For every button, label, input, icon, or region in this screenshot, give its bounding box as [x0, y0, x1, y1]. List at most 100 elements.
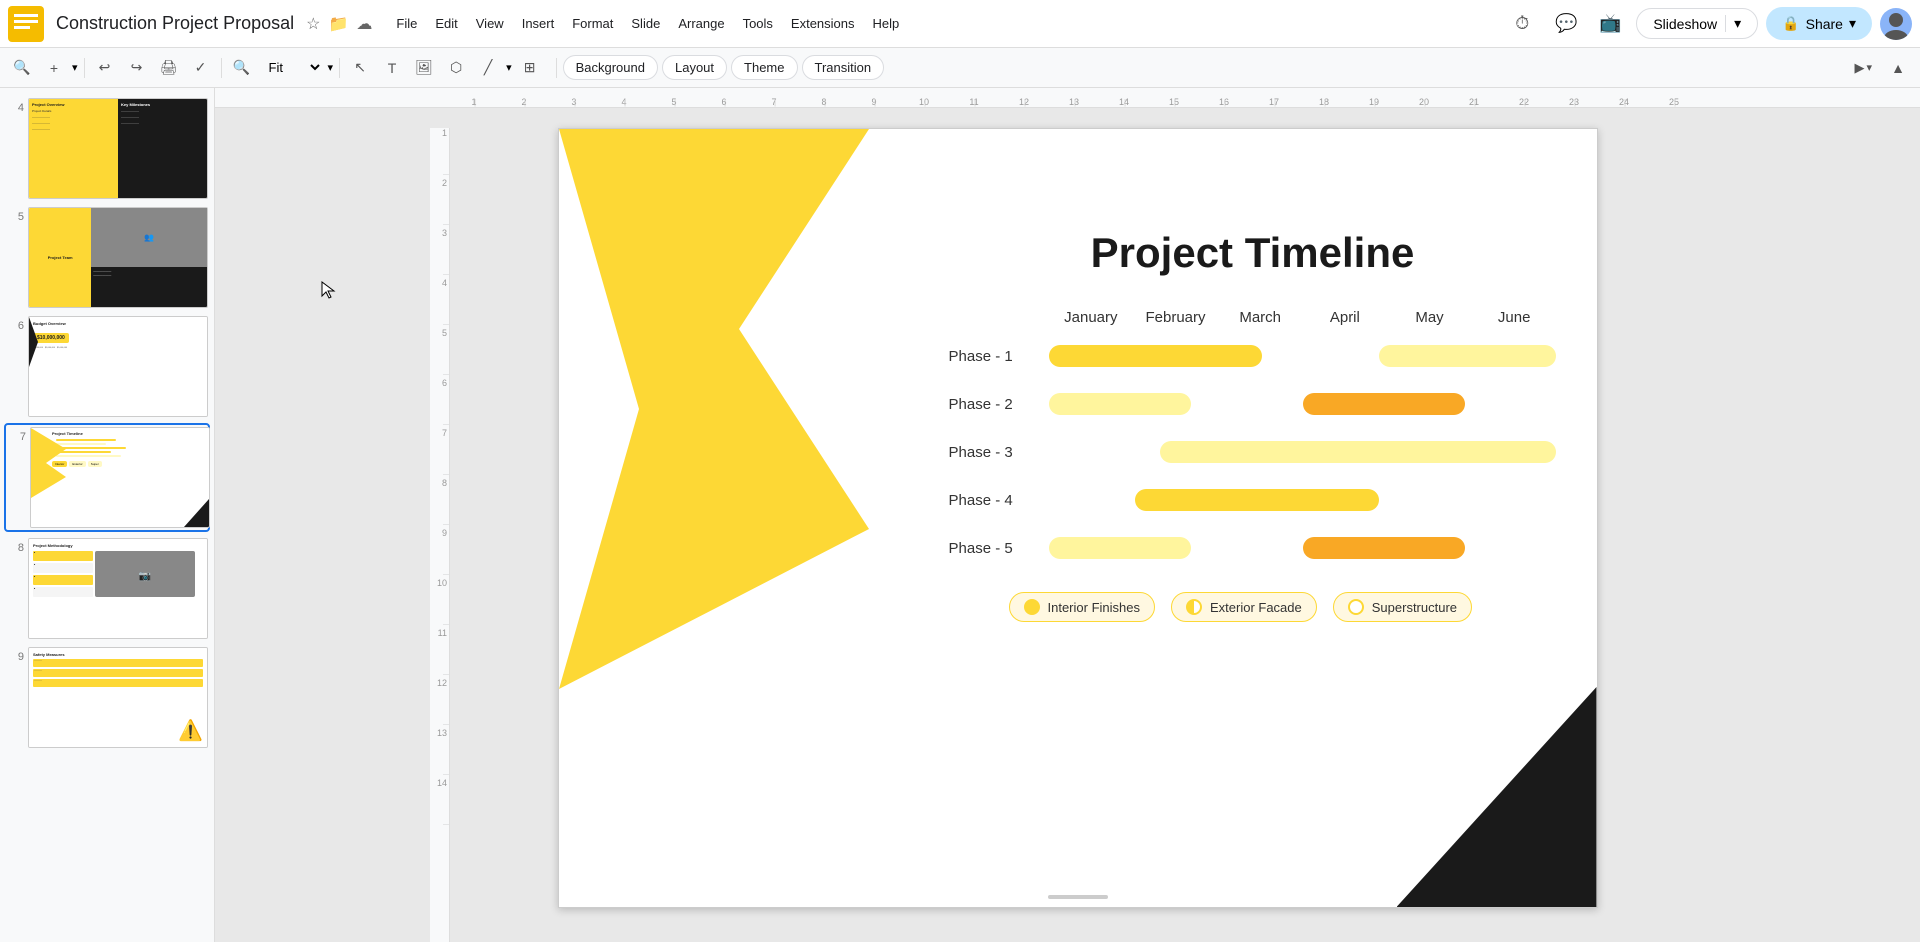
ruler-19: 19	[1349, 97, 1399, 107]
month-april: April	[1303, 309, 1388, 326]
zoom-dropdown[interactable]: ▾	[328, 61, 334, 74]
ruler-1: 1	[449, 97, 499, 107]
slideshow-dropdown-icon[interactable]: ▾	[1725, 15, 1741, 32]
slide-item-4[interactable]: 4 Project Overview Project Details —————…	[4, 96, 210, 201]
canvas-area: 1 2 3 4 5 6 7 8 9 10 11 12 13 14	[215, 108, 1920, 942]
slideshow-label: Slideshow	[1653, 16, 1717, 32]
menu-edit[interactable]: Edit	[427, 12, 465, 35]
ruler-4: 4	[599, 97, 649, 107]
month-february: February	[1133, 309, 1218, 326]
play-button[interactable]: ▶ ▾	[1846, 56, 1880, 80]
phase-row-3: Phase - 3	[949, 438, 1557, 466]
slide-num-8: 8	[6, 542, 24, 554]
share-label: Share	[1806, 16, 1843, 32]
slide-item-9[interactable]: 9 Safety Measures ———— ———— ———— ⚠️	[4, 645, 210, 750]
menu-arrange[interactable]: Arrange	[670, 12, 732, 35]
ruler-5: 5	[649, 97, 699, 107]
share-button[interactable]: 🔒 Share ▾	[1766, 7, 1872, 40]
text-tool[interactable]: T	[378, 54, 406, 82]
ruler-6: 6	[699, 97, 749, 107]
slideshow-button[interactable]: Slideshow ▾	[1636, 8, 1758, 39]
legend-exterior-dot	[1186, 599, 1202, 615]
yellow-arrow-decoration	[559, 129, 869, 689]
menu-format[interactable]: Format	[564, 12, 621, 35]
slide-item-8[interactable]: 8 Project Methodology ■ ■ ■ ■	[4, 536, 210, 641]
cursor-tool[interactable]: ↖	[346, 54, 374, 82]
scroll-indicator	[1048, 895, 1108, 899]
editor-area: 1 2 3 4 5 6 7 8 9 10 11 12 13 14 15 16 1…	[215, 88, 1920, 942]
phase-2-bars	[1049, 390, 1557, 418]
collapse-toolbar-btn[interactable]: ▲	[1884, 54, 1912, 82]
month-january: January	[1049, 309, 1134, 326]
ruler-22: 22	[1499, 97, 1549, 107]
slide-item-5[interactable]: 5 Project Team 👥 —————— ——————	[4, 205, 210, 310]
menu-help[interactable]: Help	[865, 12, 908, 35]
history-icon[interactable]: ⏱	[1504, 6, 1540, 42]
slide-title: Project Timeline	[949, 229, 1557, 277]
transition-button[interactable]: Transition	[802, 55, 885, 80]
ruler-14: 14	[1099, 97, 1149, 107]
ruler-10: 10	[899, 97, 949, 107]
ruler-3: 3	[549, 97, 599, 107]
ruler-11: 11	[949, 97, 999, 107]
menu-tools[interactable]: Tools	[735, 12, 781, 35]
slide-item-7[interactable]: 7 Project Timeline Int	[4, 423, 210, 532]
present-icon[interactable]: 📺	[1592, 6, 1628, 42]
slide-num-5: 5	[6, 211, 24, 223]
menu-insert[interactable]: Insert	[514, 12, 563, 35]
phase-4-bars	[1049, 486, 1557, 514]
print-btn[interactable]: 🖨	[155, 54, 183, 82]
cloud-icon[interactable]: ☁	[356, 14, 372, 34]
line-tool[interactable]: ╱	[474, 54, 502, 82]
undo-btn[interactable]: ↩	[91, 54, 119, 82]
search-btn[interactable]: 🔍	[8, 54, 36, 82]
folder-icon[interactable]: 📁	[328, 14, 348, 34]
background-button[interactable]: Background	[563, 55, 658, 80]
ruler-17: 17	[1249, 97, 1299, 107]
main-area: 4 Project Overview Project Details —————…	[0, 88, 1920, 942]
phase-row-4: Phase - 4	[949, 486, 1557, 514]
theme-button[interactable]: Theme	[731, 55, 797, 80]
add-dropdown[interactable]: ▾	[72, 61, 78, 74]
zoom-select[interactable]: Fit 50% 75% 100%	[260, 56, 324, 79]
redo-btn[interactable]: ↪	[123, 54, 151, 82]
ruler-12: 12	[999, 97, 1049, 107]
ruler-marks: 1 2 3 4 5 6 7 8 9 10 11 12 13 14 15 16 1…	[449, 88, 1699, 107]
zoom-in-btn[interactable]: 🔍	[228, 54, 256, 82]
lock-icon: 🔒	[1782, 15, 1799, 32]
slide-item-6[interactable]: 6 Budget Overview $10,000,000 $2,000,000…	[4, 314, 210, 419]
toolbar: 🔍 + ▾ ↩ ↪ 🖨 ✓ 🔍 Fit 50% 75% 100% ▾ ↖ T 🖼…	[0, 48, 1920, 88]
slide-thumb-7: Project Timeline Interior Exterior Super	[30, 427, 210, 528]
ruler-16: 16	[1199, 97, 1249, 107]
menu-view[interactable]: View	[468, 12, 512, 35]
month-june: June	[1472, 309, 1557, 326]
image-tool[interactable]: 🖼	[410, 54, 438, 82]
menu-extensions[interactable]: Extensions	[783, 12, 863, 35]
share-dropdown-icon: ▾	[1849, 15, 1856, 32]
table-tool[interactable]: ⊞	[516, 54, 544, 82]
legend-interior-label: Interior Finishes	[1048, 600, 1140, 615]
ruler-13: 13	[1049, 97, 1099, 107]
phase-1-label: Phase - 1	[949, 348, 1049, 365]
comment-icon[interactable]: 💬	[1548, 6, 1584, 42]
ruler-20: 20	[1399, 97, 1449, 107]
title-icons: ☆ 📁 ☁	[306, 14, 372, 34]
user-avatar[interactable]	[1880, 8, 1912, 40]
shape-tool[interactable]: ⬡	[442, 54, 470, 82]
slide-canvas[interactable]: Project Timeline January February March …	[558, 128, 1598, 908]
add-slide-btn[interactable]: +	[40, 54, 68, 82]
slide-thumb-8: Project Methodology ■ ■ ■ ■ 📷	[28, 538, 208, 639]
phase-5-bar-a	[1049, 537, 1191, 559]
phase-4-label: Phase - 4	[949, 492, 1049, 509]
layout-button[interactable]: Layout	[662, 55, 727, 80]
phase-3-bar-a	[1160, 441, 1556, 463]
ruler-9: 9	[849, 97, 899, 107]
line-dropdown[interactable]: ▾	[506, 61, 512, 74]
spellcheck-btn[interactable]: ✓	[187, 54, 215, 82]
menu-slide[interactable]: Slide	[623, 12, 668, 35]
phase-row-2: Phase - 2	[949, 390, 1557, 418]
star-icon[interactable]: ☆	[306, 14, 320, 34]
ruler-2: 2	[499, 97, 549, 107]
menu-file[interactable]: File	[388, 12, 425, 35]
slide-thumb-4: Project Overview Project Details —————— …	[28, 98, 208, 199]
